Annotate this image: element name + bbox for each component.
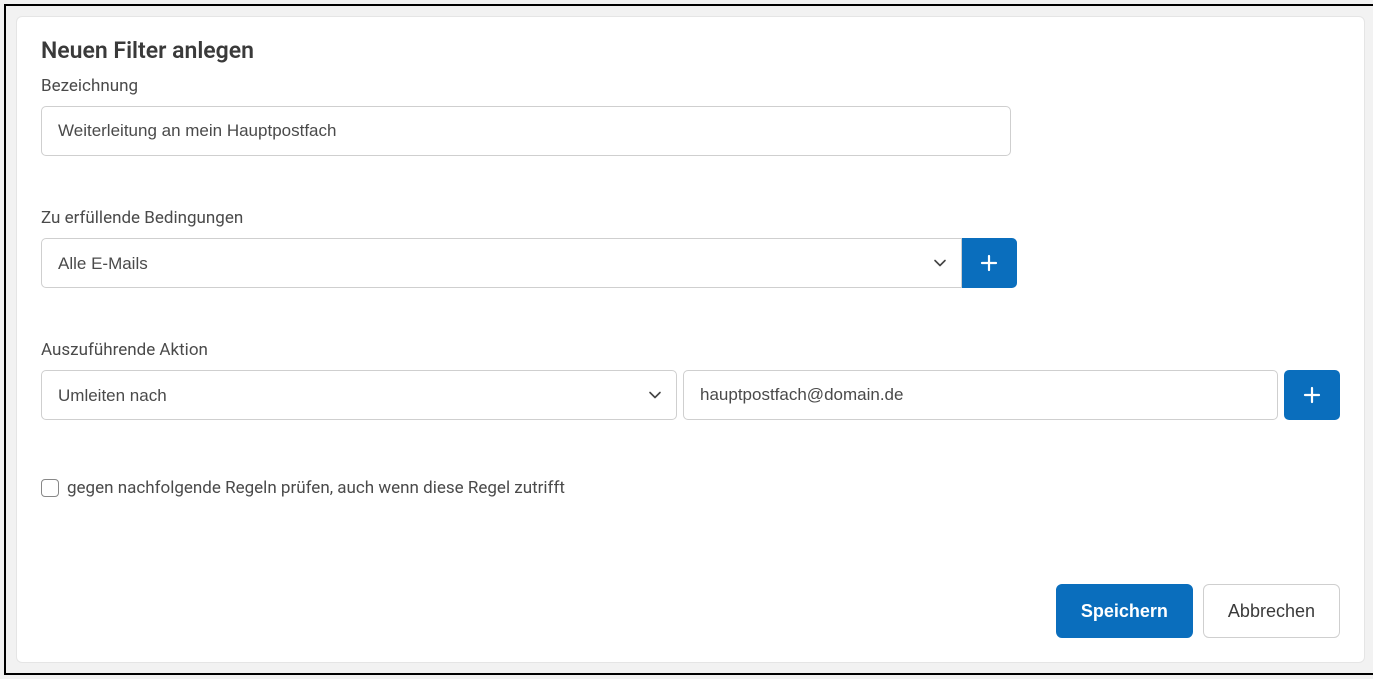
cancel-button[interactable]: Abbrechen [1203,584,1340,638]
name-label: Bezeichnung [41,76,1340,96]
form-title: Neuen Filter anlegen [41,37,1340,64]
continue-rules-label[interactable]: gegen nachfolgende Regeln prüfen, auch w… [67,478,565,498]
name-input[interactable] [41,106,1011,156]
save-button[interactable]: Speichern [1056,584,1193,638]
filter-form-card: Neuen Filter anlegen Bezeichnung Zu erfü… [16,16,1365,663]
action-select[interactable]: Umleiten nach [41,370,677,420]
condition-select-wrap: Alle E-Mails [41,238,962,288]
plus-icon [1302,385,1322,405]
conditions-label: Zu erfüllende Bedingungen [41,208,1340,228]
add-condition-button[interactable] [961,238,1017,288]
action-select-wrap: Umleiten nach [41,370,677,420]
plus-icon [979,253,999,273]
action-value-input[interactable] [683,370,1278,420]
actions-label: Auszuführende Aktion [41,340,1340,360]
add-action-button[interactable] [1284,370,1340,420]
continue-rules-checkbox[interactable] [41,479,59,497]
condition-select[interactable]: Alle E-Mails [41,238,962,288]
